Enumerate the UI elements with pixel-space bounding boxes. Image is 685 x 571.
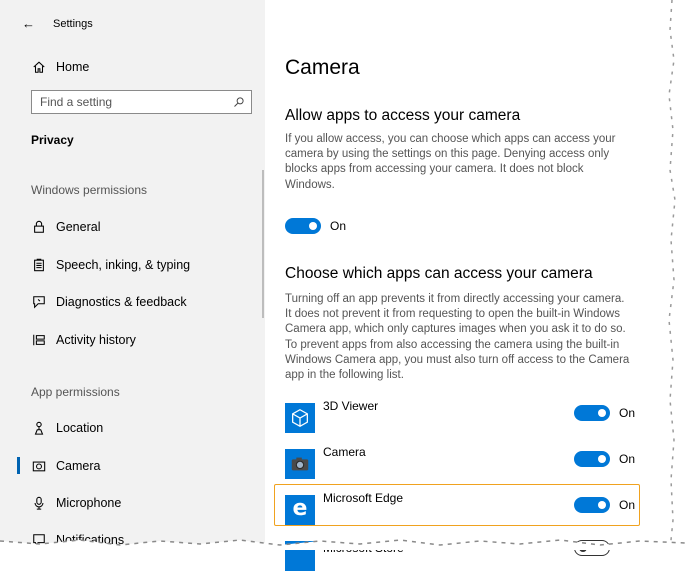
section-title: Privacy — [31, 133, 74, 147]
3d-viewer-icon — [285, 403, 315, 433]
sidebar-item-label: Diagnostics & feedback — [56, 295, 187, 309]
app-name: Camera — [323, 445, 366, 459]
highlight-box — [274, 484, 640, 526]
sidebar-item-microphone[interactable]: Microphone — [31, 493, 121, 513]
active-indicator — [17, 457, 20, 474]
sidebar-item-label: Location — [56, 421, 104, 435]
page-title: Camera — [285, 56, 360, 79]
choose-heading: Choose which apps can access your camera — [285, 265, 593, 282]
toggle-state-label: On — [330, 219, 347, 233]
clipboard-icon — [31, 257, 47, 273]
search-box[interactable] — [31, 90, 252, 114]
sidebar-item-camera[interactable]: Camera — [31, 456, 100, 476]
camera-app-icon — [285, 449, 315, 479]
sidebar-scrollbar[interactable] — [262, 170, 264, 318]
sidebar-item-speech[interactable]: Speech, inking, & typing — [31, 255, 190, 275]
sidebar-item-label: Home — [56, 60, 90, 74]
3d-viewer-toggle[interactable] — [574, 405, 610, 421]
sidebar: ← Settings Home Privacy Windows permissi… — [0, 0, 265, 550]
lock-icon — [31, 219, 47, 235]
torn-edge-right — [668, 0, 685, 550]
camera-app-toggle[interactable] — [574, 451, 610, 467]
sidebar-item-label: Speech, inking, & typing — [56, 258, 191, 272]
back-arrow-icon[interactable]: ← — [22, 16, 35, 31]
sidebar-item-home[interactable]: Home — [31, 57, 89, 77]
app-row-3d-viewer: 3D Viewer On — [285, 399, 635, 433]
camera-icon — [31, 458, 47, 474]
toggle-state-label: On — [619, 452, 636, 466]
sidebar-item-location[interactable]: Location — [31, 418, 103, 438]
sidebar-item-label: Camera — [56, 459, 101, 473]
home-icon — [31, 59, 47, 75]
allow-access-toggle[interactable] — [285, 218, 321, 234]
title-bar: ← Settings — [22, 16, 93, 31]
allow-toggle-row: On — [285, 218, 346, 234]
location-icon — [31, 420, 47, 436]
windows-permissions-heading: Windows permissions — [31, 183, 148, 197]
sidebar-item-activity-history[interactable]: Activity history — [31, 330, 136, 350]
app-toggle-row: On — [574, 451, 635, 467]
choose-description: Turning off an app prevents it from dire… — [285, 293, 630, 382]
feedback-icon — [31, 294, 47, 310]
app-toggle-row: On — [574, 405, 635, 421]
app-permissions-heading: App permissions — [31, 385, 120, 399]
window-title: Settings — [53, 17, 93, 30]
torn-edge-bottom — [0, 539, 685, 550]
allow-heading: Allow apps to access your camera — [285, 107, 521, 124]
sidebar-item-label: Activity history — [56, 333, 136, 347]
sidebar-item-label: General — [56, 220, 101, 234]
allow-description: If you allow access, you can choose whic… — [285, 133, 616, 191]
sidebar-item-diagnostics[interactable]: Diagnostics & feedback — [31, 292, 187, 312]
sidebar-item-general[interactable]: General — [31, 217, 100, 237]
app-row-camera: Camera On — [285, 445, 635, 479]
search-input[interactable] — [38, 94, 233, 110]
microphone-icon — [31, 495, 47, 511]
search-icon[interactable] — [233, 96, 245, 108]
app-name: 3D Viewer — [323, 399, 379, 413]
toggle-state-label: On — [619, 406, 636, 420]
sidebar-item-label: Microphone — [56, 496, 122, 510]
main-content: Camera Allow apps to access your camera … — [265, 0, 670, 571]
timeline-icon — [31, 332, 47, 348]
